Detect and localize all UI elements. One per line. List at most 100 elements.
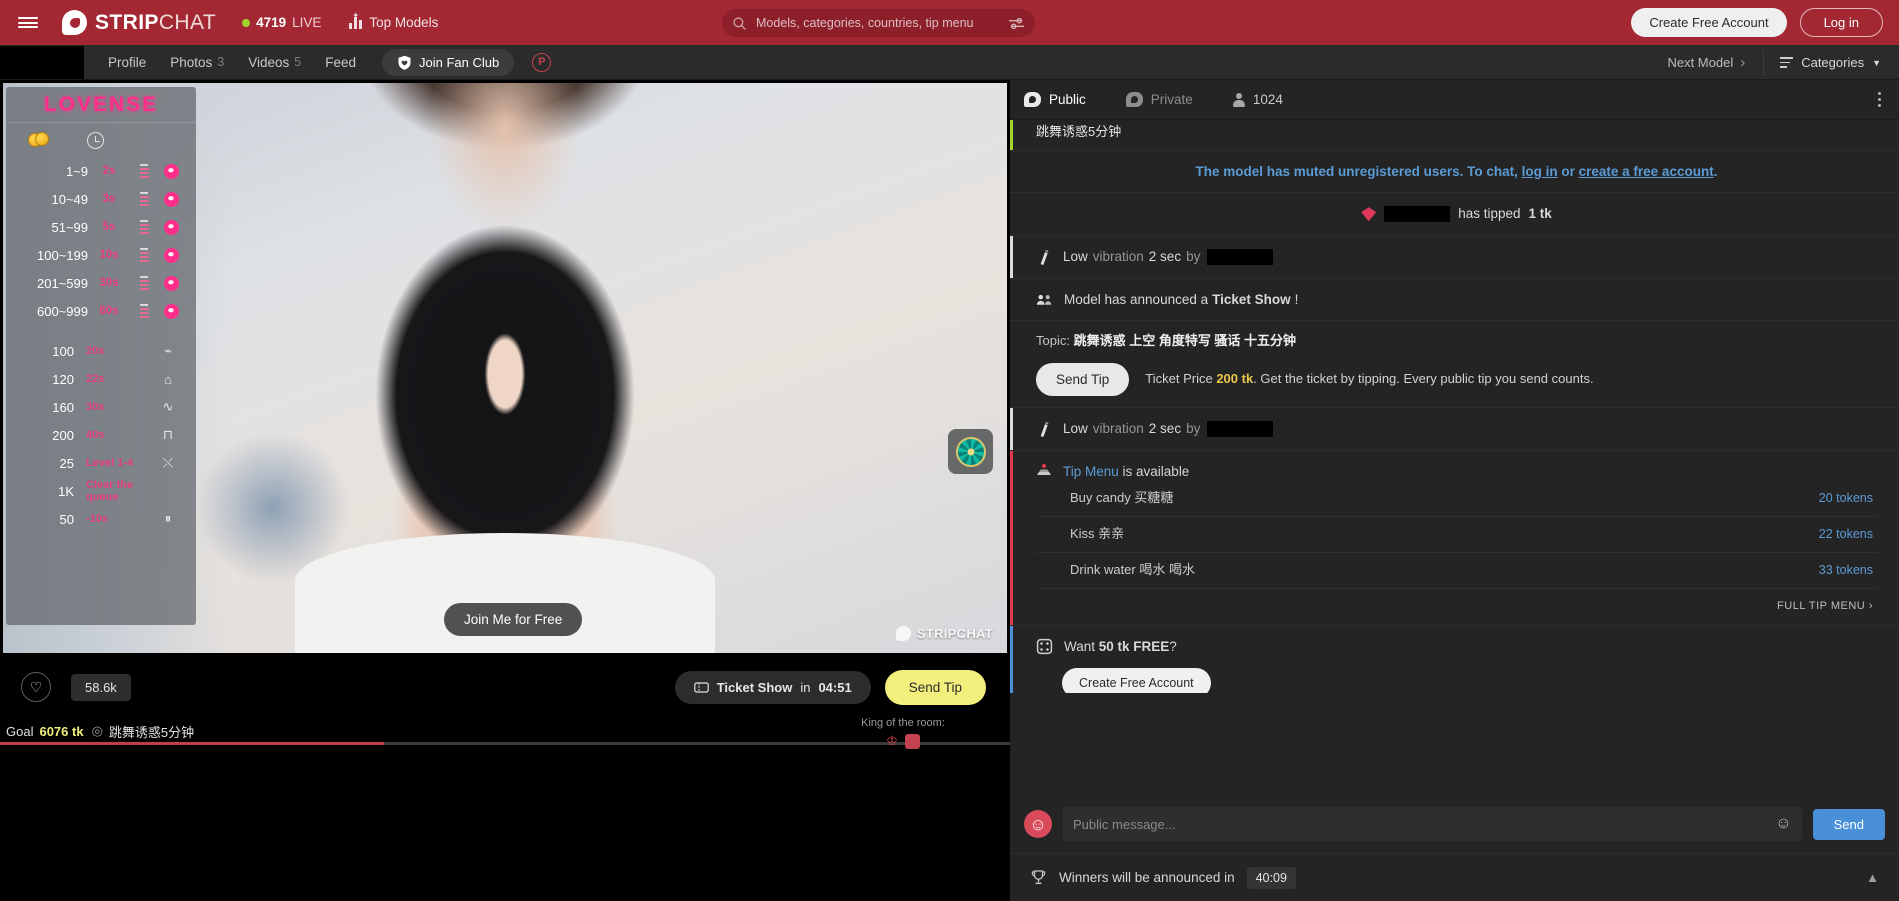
tip-menu-item[interactable]: Kiss 亲亲 22 tokens: [1036, 517, 1877, 553]
join-fan-club-button[interactable]: Join Fan Club: [382, 49, 514, 76]
fan-club-label: Join Fan Club: [419, 55, 499, 70]
chat-bubble-icon: [1024, 92, 1041, 107]
wheel-of-fortune-button[interactable]: [948, 429, 993, 474]
lovense-desc: -10s: [74, 513, 150, 525]
watermark-logo-icon: [896, 626, 911, 641]
stripchat-logo[interactable]: STRIPCHAT: [62, 10, 216, 35]
vibration-duration: 2 sec: [1149, 419, 1181, 439]
vibration-duration: 2 sec: [1149, 247, 1181, 267]
logo-text-light: CHAT: [159, 11, 216, 34]
lovense-seconds: 3s: [88, 193, 130, 205]
goal-amount: 6076 tk: [39, 724, 83, 739]
top-models-link[interactable]: Top Models: [349, 15, 438, 30]
tip-menu-link[interactable]: Tip Menu: [1063, 464, 1119, 479]
lovense-logo-icon: ⚭: [158, 276, 184, 291]
tip-menu-item[interactable]: Drink water 喝水 喝水 33 tokens: [1036, 553, 1877, 589]
diamond-icon: [1361, 207, 1376, 221]
chevron-up-icon[interactable]: ▲: [1866, 870, 1879, 885]
video-stage: LOVENSE 1~9 2s ⚭ 10~49 3s ⚭ 51~99 5s: [0, 80, 1010, 901]
tip-menu-item-label: Drink water 喝水 喝水: [1070, 561, 1195, 580]
lovense-amount: 1K: [16, 484, 74, 499]
categories-dropdown[interactable]: Categories ▼: [1763, 50, 1899, 76]
lovense-pattern-icon: ⌁: [150, 343, 186, 359]
emoji-icon[interactable]: ☺: [1767, 815, 1791, 833]
giveaway-text: Want 50 tk FREE?: [1064, 637, 1177, 657]
search-bar[interactable]: [722, 9, 1035, 37]
tab-public-label: Public: [1049, 92, 1086, 107]
lovense-range-row: 600~999 60s ⚭: [6, 297, 196, 325]
tipper-name-redacted: [1384, 206, 1450, 222]
chat-message-mute-notice: The model has muted unregistered users. …: [1010, 151, 1899, 194]
crown-icon: ♔: [886, 733, 898, 749]
control-bar-actions: Ticket Show in 04:51 Send Tip: [675, 670, 986, 705]
giveaway-create-account-button[interactable]: Create Free Account: [1062, 668, 1211, 693]
lovense-amount: 160: [16, 400, 74, 415]
create-account-link[interactable]: create a free account: [1579, 164, 1714, 179]
subnav-item-videos[interactable]: Videos 5: [248, 55, 301, 70]
vibration-level: Low: [1063, 419, 1088, 439]
lovense-range: 51~99: [16, 220, 88, 235]
clipped-message-text: 跳舞诱惑5分钟: [1036, 124, 1121, 139]
lovense-level-icon: [130, 192, 158, 206]
vibration-row: Low vibration 2 sec by: [1036, 247, 1877, 267]
logo-text: STRIPCHAT: [95, 11, 216, 35]
ticket-announce-bold: Ticket Show: [1212, 290, 1291, 310]
join-me-for-free-button[interactable]: Join Me for Free: [444, 603, 582, 636]
send-tip-button[interactable]: Send Tip: [885, 670, 986, 705]
ticket-show-time: 04:51: [818, 680, 851, 695]
kebab-menu-icon[interactable]: [1878, 92, 1881, 107]
tip-menu-item[interactable]: Buy candy 买糖糖 20 tokens: [1036, 481, 1877, 517]
private-chat-icon: [1126, 92, 1143, 107]
filter-lines-icon: [1780, 57, 1793, 67]
sliders-icon[interactable]: [1008, 16, 1025, 31]
hamburger-icon[interactable]: [0, 0, 56, 45]
send-message-button[interactable]: Send: [1813, 809, 1885, 840]
lovense-range: 1~9: [16, 164, 88, 179]
sticker-icon[interactable]: [1024, 810, 1052, 838]
tab-public[interactable]: Public: [1024, 92, 1086, 107]
search-input[interactable]: [747, 16, 1008, 30]
lovense-special-row: 100 20s ⌁: [6, 337, 196, 365]
group-icon: [1036, 293, 1053, 306]
lovense-logo-icon: ⚭: [158, 304, 184, 319]
lovense-amount: 120: [16, 372, 74, 387]
viewers-count-tab[interactable]: 1024: [1233, 92, 1283, 107]
live-video-player[interactable]: LOVENSE 1~9 2s ⚭ 10~49 3s ⚭ 51~99 5s: [3, 83, 1007, 653]
subnav-item-profile[interactable]: Profile: [108, 55, 146, 70]
lovense-desc: Clear the queue: [74, 479, 150, 503]
lovense-special-row: 1K Clear the queue: [6, 477, 196, 505]
create-free-account-button[interactable]: Create Free Account: [1631, 8, 1786, 37]
tip-menu-link-row[interactable]: Tip Menu is available: [1063, 462, 1189, 482]
viewers-count: 1024: [1253, 92, 1283, 107]
premium-badge-icon[interactable]: P: [532, 53, 551, 72]
logo-mark-icon: [62, 10, 87, 35]
lovense-amount: 50: [16, 512, 74, 527]
message-accent-bar: [1010, 626, 1013, 693]
next-model-button[interactable]: Next Model ›: [1667, 54, 1763, 71]
full-tip-menu-link[interactable]: FULL TIP MENU ›: [1036, 589, 1877, 619]
user-icon: [1233, 93, 1245, 107]
chat-message-input[interactable]: [1073, 817, 1767, 832]
lovense-seconds: 2s: [88, 165, 130, 177]
tip-menu-header: Tip Menu is available: [1036, 462, 1877, 482]
live-counter[interactable]: 4719 LIVE: [242, 15, 321, 30]
tab-private[interactable]: Private: [1126, 92, 1193, 107]
winners-countdown: 40:09: [1247, 867, 1296, 889]
chat-message-list[interactable]: 跳舞诱惑5分钟 The model has muted unregistered…: [1010, 120, 1899, 693]
king-avatar[interactable]: [905, 734, 920, 749]
ticket-show-timer-button[interactable]: Ticket Show in 04:51: [675, 671, 871, 704]
dice-icon: [1036, 638, 1053, 655]
tip-jar-icon: [1036, 463, 1052, 479]
vibration-icon: [1033, 246, 1054, 267]
login-link[interactable]: log in: [1522, 164, 1558, 179]
lovense-pattern-icon: ⊓: [150, 427, 186, 443]
ticket-show-in: in: [800, 680, 810, 695]
tip-menu-item-tokens: 20 tokens: [1819, 489, 1873, 507]
chat-input-wrapper[interactable]: ☺: [1063, 807, 1802, 841]
heart-icon[interactable]: ♡: [21, 672, 51, 702]
log-in-button[interactable]: Log in: [1800, 8, 1883, 37]
ticket-send-tip-button[interactable]: Send Tip: [1036, 363, 1129, 396]
subnav-item-photos[interactable]: Photos 3: [170, 55, 224, 70]
vibration-word: vibration: [1093, 419, 1144, 439]
subnav-item-feed[interactable]: Feed: [325, 55, 356, 70]
